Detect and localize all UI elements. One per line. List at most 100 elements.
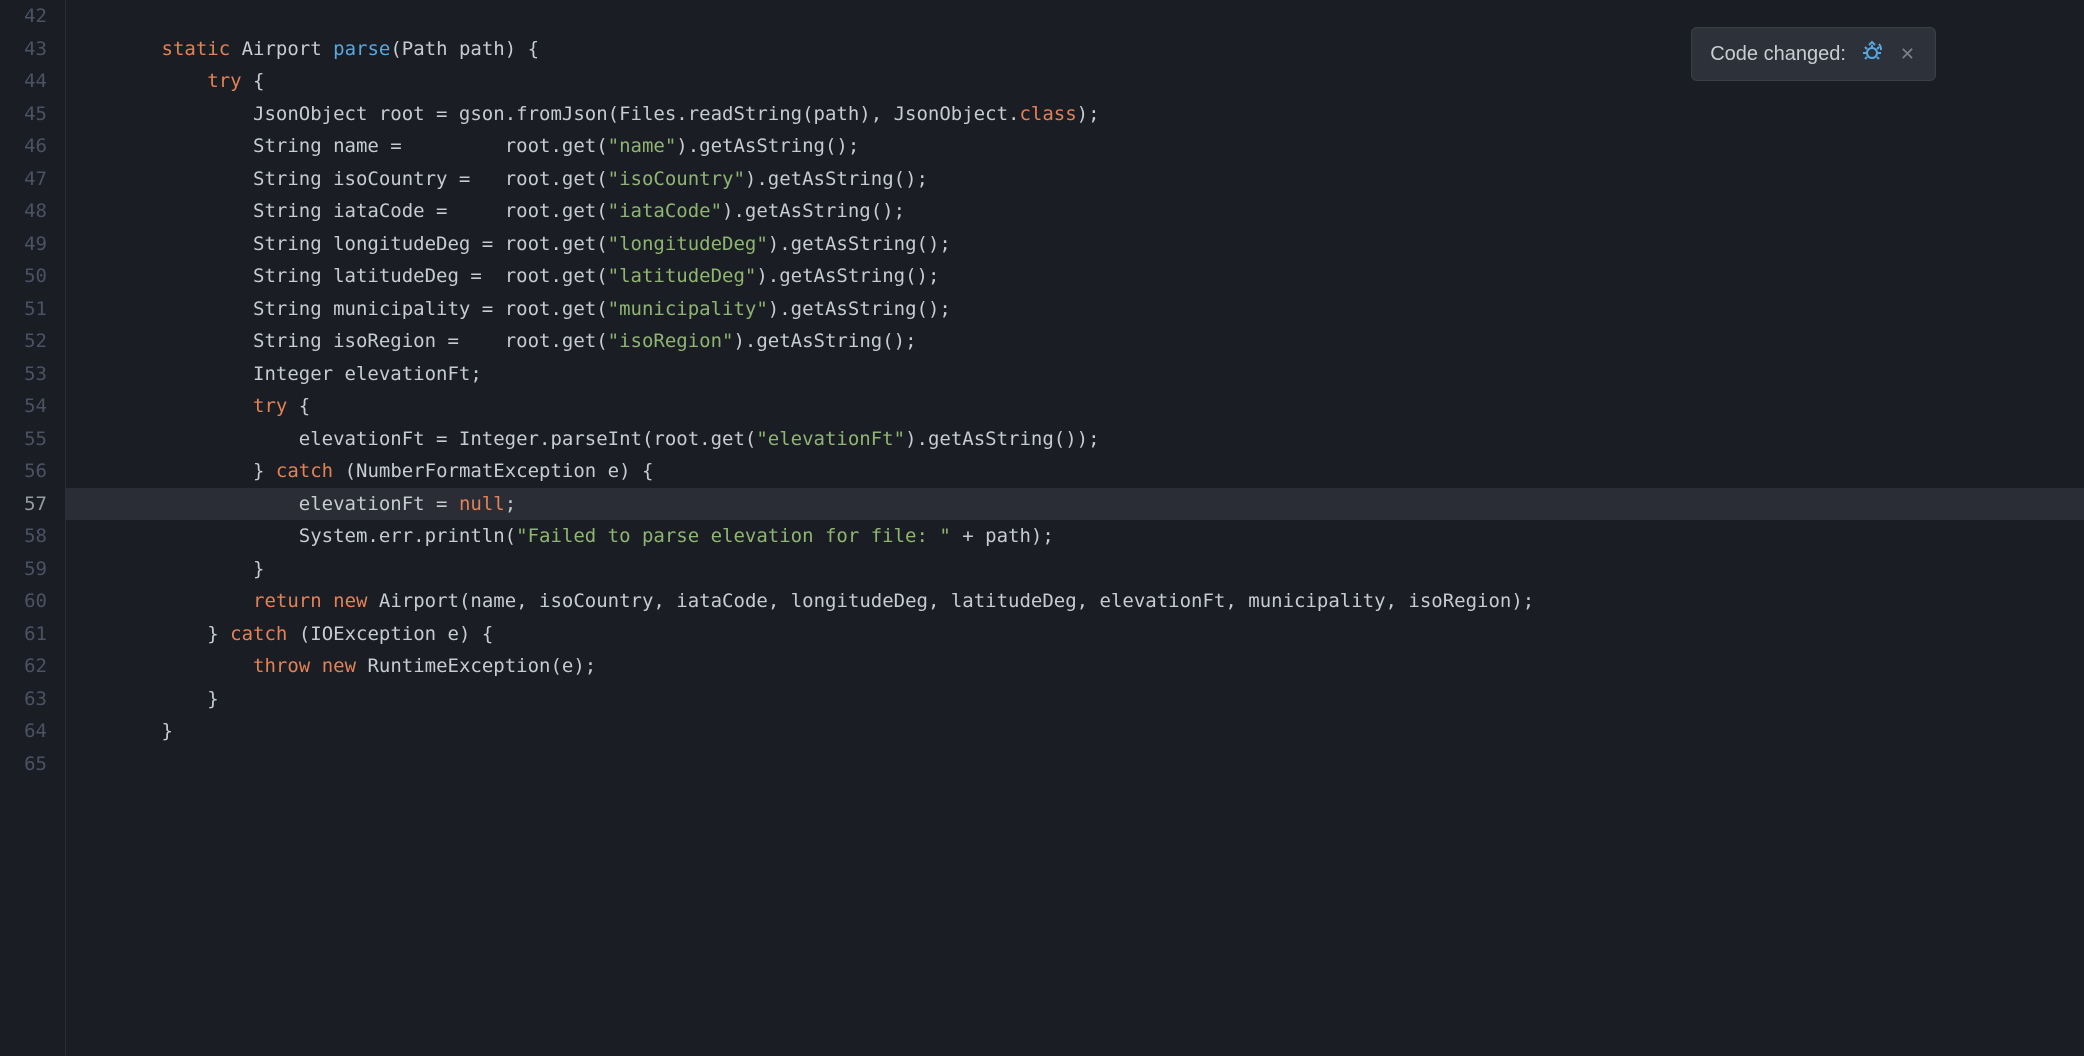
line-number: 64	[0, 715, 47, 748]
code-text: + path);	[951, 525, 1054, 547]
indent	[70, 428, 299, 450]
line-number: 43	[0, 33, 47, 66]
whitespace	[310, 655, 321, 677]
code-text: ).getAsString();	[676, 135, 859, 157]
indent	[70, 493, 299, 515]
code-text: String municipality = root.get(	[253, 298, 608, 320]
code-line: }	[65, 553, 2084, 586]
line-number: 44	[0, 65, 47, 98]
indent	[70, 558, 253, 580]
line-number: 42	[0, 0, 47, 33]
code-line: String latitudeDeg = root.get("latitudeD…	[65, 260, 2084, 293]
gutter-divider	[65, 0, 66, 1056]
string-literal: "name"	[608, 135, 677, 157]
code-text: ).getAsString();	[768, 298, 951, 320]
keyword-throw: throw	[253, 655, 310, 677]
code-line: JsonObject root = gson.fromJson(Files.re…	[65, 98, 2084, 131]
code-text: ;	[505, 493, 516, 515]
code-text: }	[207, 623, 230, 645]
code-text: String latitudeDeg = root.get(	[253, 265, 608, 287]
code-changed-notification[interactable]: Code changed: ✕	[1691, 27, 1936, 81]
code-line: String isoCountry = root.get("isoCountry…	[65, 163, 2084, 196]
code-text: (IOException e) {	[287, 623, 493, 645]
keyword-try: try	[253, 395, 287, 417]
line-number: 45	[0, 98, 47, 131]
indent	[70, 298, 253, 320]
indent	[70, 233, 253, 255]
code-text: RuntimeException(e);	[356, 655, 596, 677]
line-number: 54	[0, 390, 47, 423]
indent	[70, 103, 253, 125]
line-number: 51	[0, 293, 47, 326]
line-number: 49	[0, 228, 47, 261]
code-text: }	[253, 460, 276, 482]
code-editor[interactable]: 42 43 44 45 46 47 48 49 50 51 52 53 54 5…	[0, 0, 2084, 1056]
string-literal: "latitudeDeg"	[608, 265, 757, 287]
code-text: JsonObject root = gson.fromJson(Files.re…	[253, 103, 1019, 125]
code-text: ).getAsString();	[768, 233, 951, 255]
line-number: 53	[0, 358, 47, 391]
indent	[70, 168, 253, 190]
code-text: Airport(name, isoCountry, iataCode, long…	[367, 590, 1534, 612]
line-number-current: 57	[0, 488, 47, 521]
code-text: (Path path) {	[390, 38, 539, 60]
code-text: Airport	[242, 38, 334, 60]
string-literal: "municipality"	[608, 298, 768, 320]
whitespace	[230, 38, 241, 60]
keyword-new: new	[333, 590, 367, 612]
line-number: 55	[0, 423, 47, 456]
code-text: ).getAsString());	[905, 428, 1099, 450]
notification-label: Code changed:	[1710, 43, 1846, 66]
line-number: 48	[0, 195, 47, 228]
indent	[70, 590, 253, 612]
code-line: throw new RuntimeException(e);	[65, 650, 2084, 683]
indent	[70, 720, 162, 742]
indent	[70, 688, 207, 710]
code-text: String iataCode = root.get(	[253, 200, 608, 222]
keyword-return: return	[253, 590, 322, 612]
code-line: } catch (NumberFormatException e) {	[65, 455, 2084, 488]
function-name: parse	[333, 38, 390, 60]
indent	[70, 200, 253, 222]
code-text: {	[242, 70, 265, 92]
code-line-highlighted: elevationFt = null;	[65, 488, 2084, 521]
code-line: String name = root.get("name").getAsStri…	[65, 130, 2084, 163]
keyword-new: new	[322, 655, 356, 677]
line-number: 61	[0, 618, 47, 651]
code-text: elevationFt = Integer.parseInt(root.get(	[299, 428, 757, 450]
code-text: String isoRegion = root.get(	[253, 330, 608, 352]
code-content[interactable]: static Airport parse(Path path) { try { …	[65, 0, 2084, 1056]
code-text: elevationFt =	[299, 493, 459, 515]
string-literal: "Failed to parse elevation for file: "	[516, 525, 951, 547]
keyword-static: static	[162, 38, 231, 60]
code-line: String isoRegion = root.get("isoRegion")…	[65, 325, 2084, 358]
code-line: } catch (IOException e) {	[65, 618, 2084, 651]
code-text: Integer elevationFt;	[253, 363, 482, 385]
indent	[70, 265, 253, 287]
code-line: try {	[65, 390, 2084, 423]
code-line: System.err.println("Failed to parse elev…	[65, 520, 2084, 553]
keyword-catch: catch	[230, 623, 287, 645]
string-literal: "elevationFt"	[756, 428, 905, 450]
indent	[70, 38, 162, 60]
code-line: Integer elevationFt;	[65, 358, 2084, 391]
line-number: 56	[0, 455, 47, 488]
close-icon[interactable]: ✕	[1898, 44, 1917, 65]
code-line: }	[65, 715, 2084, 748]
code-line: String iataCode = root.get("iataCode").g…	[65, 195, 2084, 228]
code-text: }	[207, 688, 218, 710]
line-number: 58	[0, 520, 47, 553]
debug-restart-icon[interactable]	[1860, 39, 1884, 69]
code-text: String name = root.get(	[253, 135, 608, 157]
code-text: ).getAsString();	[756, 265, 939, 287]
code-text: );	[1077, 103, 1100, 125]
indent	[70, 623, 207, 645]
keyword-null: null	[459, 493, 505, 515]
indent	[70, 330, 253, 352]
code-text: }	[253, 558, 264, 580]
code-text: ).getAsString();	[733, 330, 916, 352]
indent	[70, 655, 253, 677]
indent	[70, 363, 253, 385]
indent	[70, 395, 253, 417]
keyword-class: class	[1019, 103, 1076, 125]
